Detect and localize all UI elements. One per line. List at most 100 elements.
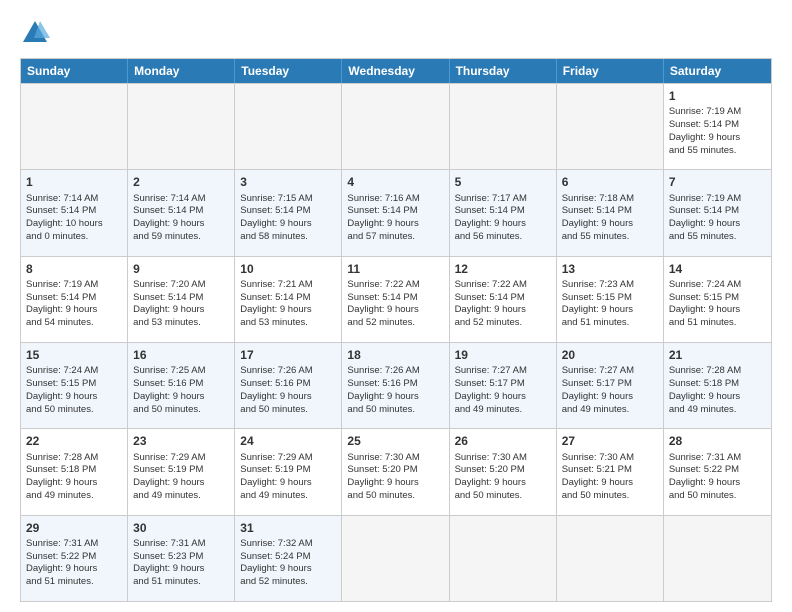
day-info-line: Sunrise: 7:19 AM [26,279,122,292]
day-number: 30 [133,520,229,536]
day-info-line: and 54 minutes. [26,317,122,330]
cal-cell-day-3: 3Sunrise: 7:15 AMSunset: 5:14 PMDaylight… [235,170,342,255]
day-info-line: and 57 minutes. [347,231,443,244]
day-number: 1 [669,88,766,104]
day-info-line: Sunset: 5:21 PM [562,464,658,477]
day-number: 19 [455,347,551,363]
cal-week-5: 22Sunrise: 7:28 AMSunset: 5:18 PMDayligh… [21,428,771,514]
day-info-line: and 53 minutes. [240,317,336,330]
day-info-line: and 52 minutes. [455,317,551,330]
day-info-line: and 49 minutes. [562,404,658,417]
cal-cell-day-16: 16Sunrise: 7:25 AMSunset: 5:16 PMDayligh… [128,343,235,428]
day-info-line: Sunset: 5:14 PM [26,292,122,305]
cal-cell-day-29: 29Sunrise: 7:31 AMSunset: 5:22 PMDayligh… [21,516,128,601]
day-info-line: Sunset: 5:22 PM [669,464,766,477]
day-info-line: Daylight: 9 hours [240,391,336,404]
day-info-line: Sunset: 5:16 PM [240,378,336,391]
day-info-line: and 49 minutes. [240,490,336,503]
day-info-line: Sunset: 5:15 PM [26,378,122,391]
cal-cell-day-7: 7 Sunrise: 7:19 AMSunset: 5:14 PMDaylight… [664,170,771,255]
day-info-line: Daylight: 9 hours [669,391,766,404]
day-number: 7 [669,174,766,190]
day-number: 3 [240,174,336,190]
day-info-line: Sunrise: 7:30 AM [562,452,658,465]
day-info-line: Sunset: 5:14 PM [240,292,336,305]
day-number: 1 [26,174,122,190]
day-info-line: Sunrise: 7:14 AM [26,193,122,206]
day-info-line: Sunset: 5:18 PM [26,464,122,477]
day-number: 8 [26,261,122,277]
day-info-line: Daylight: 9 hours [347,304,443,317]
header [20,18,772,48]
day-info-line: Sunset: 5:15 PM [669,292,766,305]
cal-cell-day-24: 24Sunrise: 7:29 AMSunset: 5:19 PMDayligh… [235,429,342,514]
day-number: 18 [347,347,443,363]
day-info-line: Sunrise: 7:19 AM [669,193,766,206]
day-info-line: and 58 minutes. [240,231,336,244]
day-info-line: Sunset: 5:22 PM [26,551,122,564]
day-info-line: Sunrise: 7:31 AM [669,452,766,465]
cal-header-day-sunday: Sunday [21,59,128,83]
day-info-line: and 51 minutes. [669,317,766,330]
day-info-line: and 55 minutes. [669,231,766,244]
day-info-line: Daylight: 9 hours [455,477,551,490]
day-info-line: Sunrise: 7:22 AM [347,279,443,292]
cal-cell-day-12: 12Sunrise: 7:22 AMSunset: 5:14 PMDayligh… [450,257,557,342]
cal-cell-day-8: 8 Sunrise: 7:19 AMSunset: 5:14 PMDaylight… [21,257,128,342]
day-info-line: Sunset: 5:20 PM [347,464,443,477]
cal-cell-day-21: 21Sunrise: 7:28 AMSunset: 5:18 PMDayligh… [664,343,771,428]
cal-cell-empty [235,84,342,169]
cal-cell-day-18: 18Sunrise: 7:26 AMSunset: 5:16 PMDayligh… [342,343,449,428]
day-number: 25 [347,433,443,449]
day-info-line: Sunrise: 7:17 AM [455,193,551,206]
day-info-line: Sunset: 5:14 PM [669,205,766,218]
day-info-line: Sunset: 5:19 PM [133,464,229,477]
day-info-line: and 51 minutes. [26,576,122,589]
day-number: 10 [240,261,336,277]
page: SundayMondayTuesdayWednesdayThursdayFrid… [0,0,792,612]
day-info-line: Daylight: 9 hours [26,477,122,490]
day-info-line: Sunrise: 7:31 AM [133,538,229,551]
day-info-line: Sunrise: 7:28 AM [669,365,766,378]
day-info-line: Daylight: 9 hours [26,391,122,404]
cal-cell-empty [664,516,771,601]
day-info-line: and 50 minutes. [347,404,443,417]
day-info-line: Sunset: 5:14 PM [26,205,122,218]
cal-cell-day-1: 1Sunrise: 7:14 AMSunset: 5:14 PMDaylight… [21,170,128,255]
day-info-line: and 49 minutes. [669,404,766,417]
logo-icon [20,18,50,48]
day-info-line: Daylight: 9 hours [26,563,122,576]
day-info-line: Sunrise: 7:20 AM [133,279,229,292]
day-info-line: and 55 minutes. [562,231,658,244]
day-info-line: Sunset: 5:19 PM [240,464,336,477]
day-number: 17 [240,347,336,363]
day-number: 26 [455,433,551,449]
day-info-line: Sunset: 5:14 PM [455,205,551,218]
day-info-line: Sunrise: 7:15 AM [240,193,336,206]
cal-header-day-friday: Friday [557,59,664,83]
day-info-line: Sunrise: 7:31 AM [26,538,122,551]
cal-cell-day-20: 20Sunrise: 7:27 AMSunset: 5:17 PMDayligh… [557,343,664,428]
day-info-line: Daylight: 9 hours [455,304,551,317]
day-number: 16 [133,347,229,363]
cal-cell-empty [128,84,235,169]
day-info-line: Sunrise: 7:26 AM [240,365,336,378]
day-info-line: Sunset: 5:14 PM [562,205,658,218]
day-info-line: Daylight: 9 hours [669,218,766,231]
day-info-line: Sunrise: 7:14 AM [133,193,229,206]
day-info-line: Sunrise: 7:29 AM [240,452,336,465]
day-number: 12 [455,261,551,277]
day-info-line: Daylight: 9 hours [562,477,658,490]
day-info-line: Daylight: 9 hours [133,304,229,317]
day-info-line: Daylight: 9 hours [26,304,122,317]
logo [20,18,54,48]
cal-cell-day-22: 22Sunrise: 7:28 AMSunset: 5:18 PMDayligh… [21,429,128,514]
cal-cell-day-4: 4Sunrise: 7:16 AMSunset: 5:14 PMDaylight… [342,170,449,255]
day-info-line: Daylight: 9 hours [347,218,443,231]
day-info-line: Daylight: 9 hours [562,218,658,231]
day-info-line: Sunset: 5:14 PM [133,292,229,305]
day-info-line: Daylight: 9 hours [347,391,443,404]
cal-cell-day-1: 1Sunrise: 7:19 AMSunset: 5:14 PMDaylight… [664,84,771,169]
cal-cell-empty [557,516,664,601]
day-info-line: Sunrise: 7:29 AM [133,452,229,465]
